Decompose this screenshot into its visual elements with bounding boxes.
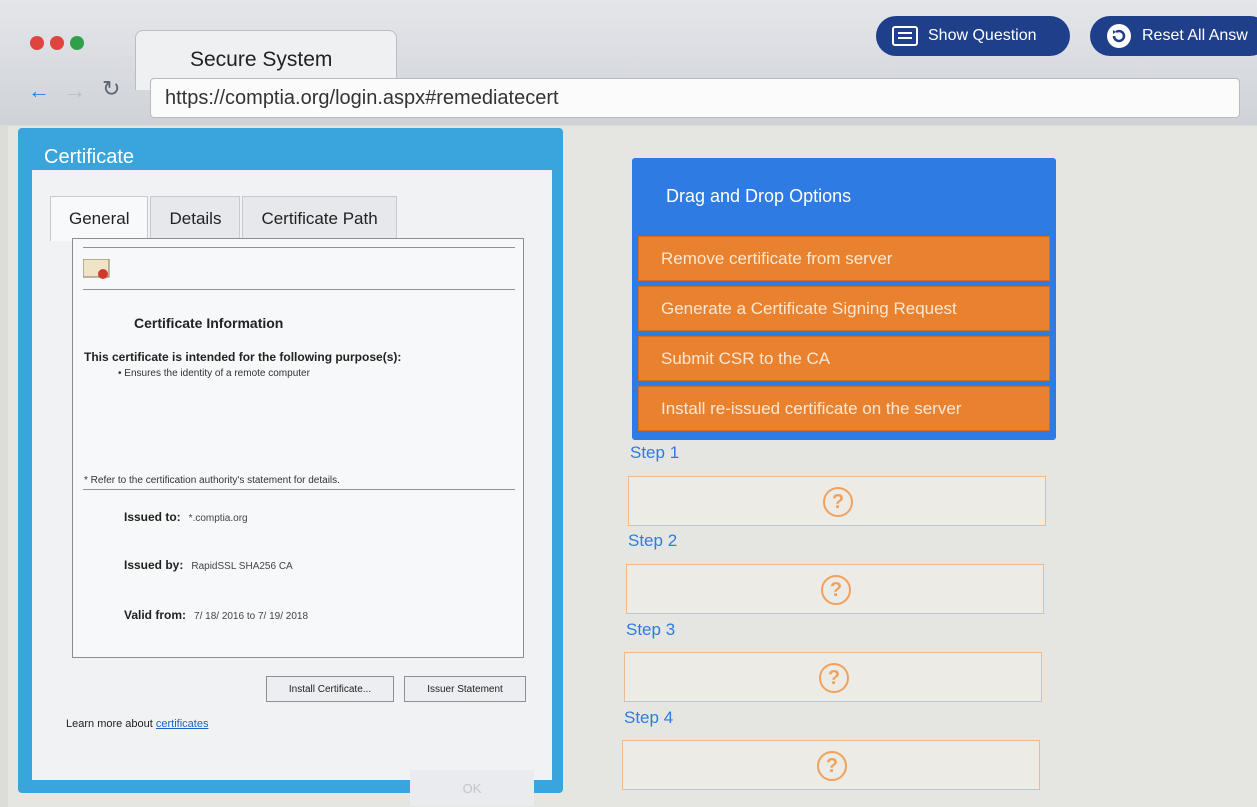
- ok-button[interactable]: OK: [410, 770, 534, 806]
- divider: [83, 489, 515, 490]
- reset-label: Reset All Answ: [1142, 27, 1248, 44]
- tab-details[interactable]: Details: [150, 196, 241, 241]
- show-question-button[interactable]: Show Question: [876, 16, 1070, 56]
- reset-all-answers-button[interactable]: Reset All Answ: [1090, 16, 1257, 56]
- step-1-drop-zone[interactable]: ?: [628, 476, 1046, 526]
- issued-by-value: RapidSSL SHA256 CA: [191, 561, 293, 572]
- reload-icon[interactable]: ↻: [102, 76, 120, 102]
- issuer-statement-button[interactable]: Issuer Statement: [404, 676, 526, 702]
- minimize-dot[interactable]: [50, 36, 64, 50]
- divider: [83, 289, 515, 290]
- issued-to-value: *.comptia.org: [188, 513, 248, 524]
- tab-title: Secure System: [190, 48, 333, 71]
- question-mark-icon: ?: [821, 575, 851, 605]
- valid-from-value: 7/ 18/ 2016 to 7/ 19/ 2018: [194, 611, 308, 622]
- certificates-link[interactable]: certificates: [156, 718, 209, 730]
- issued-by-row: Issued by: RapidSSL SHA256 CA: [124, 558, 293, 572]
- question-mark-icon: ?: [817, 751, 847, 781]
- issued-by-label: Issued by:: [124, 558, 184, 572]
- certificate-window: Certificate General Details Certificate …: [18, 128, 563, 806]
- step-2-drop-zone[interactable]: ?: [626, 564, 1044, 614]
- refer-note: * Refer to the certification authority's…: [84, 475, 340, 486]
- purpose-heading: This certificate is intended for the fol…: [84, 350, 402, 364]
- purpose-item: • Ensures the identity of a remote compu…: [118, 368, 310, 379]
- drag-drop-header: Drag and Drop Options: [666, 186, 852, 206]
- valid-from-row: Valid from: 7/ 18/ 2016 to 7/ 19/ 2018: [124, 608, 308, 622]
- close-dot[interactable]: [30, 36, 44, 50]
- install-certificate-button[interactable]: Install Certificate...: [266, 676, 394, 702]
- valid-from-label: Valid from:: [124, 608, 187, 622]
- step-1-label: Step 1: [630, 443, 680, 462]
- step-3-label: Step 3: [626, 620, 676, 639]
- maximize-dot[interactable]: [70, 36, 84, 50]
- tab-certificate-path[interactable]: Certificate Path: [242, 196, 397, 241]
- step-4-label: Step 4: [624, 708, 674, 727]
- show-question-label: Show Question: [928, 27, 1037, 44]
- learn-more-label: Learn more about: [66, 718, 153, 730]
- step-4-drop-zone[interactable]: ?: [622, 740, 1040, 790]
- reset-icon: [1107, 24, 1131, 48]
- step-3-drop-zone[interactable]: ?: [624, 652, 1042, 702]
- divider: [83, 247, 515, 248]
- issued-to-row: Issued to: *.comptia.org: [124, 510, 248, 524]
- option-submit-csr[interactable]: Submit CSR to the CA: [638, 336, 1050, 381]
- url-text: https://comptia.org/login.aspx#remediate…: [165, 87, 559, 109]
- option-install-reissued[interactable]: Install re-issued certificate on the ser…: [638, 386, 1050, 431]
- certificate-info-title: Certificate Information: [134, 315, 284, 331]
- certificate-info-box: [72, 238, 524, 658]
- learn-more-text: Learn more about certificates: [66, 718, 208, 730]
- tab-general[interactable]: General: [50, 196, 149, 241]
- issued-to-label: Issued to:: [124, 510, 181, 524]
- forward-arrow-icon[interactable]: →: [64, 78, 86, 104]
- certificate-window-title: Certificate: [44, 146, 135, 168]
- drag-drop-panel: Drag and Drop Options Remove certificate…: [632, 158, 1056, 440]
- window-controls: [30, 36, 84, 50]
- back-arrow-icon[interactable]: ←: [28, 78, 50, 104]
- certificate-tabs: General Details Certificate Path: [50, 196, 399, 241]
- step-2-label: Step 2: [628, 531, 678, 550]
- list-icon: [892, 26, 918, 46]
- certificate-icon: [83, 259, 110, 279]
- question-mark-icon: ?: [819, 663, 849, 693]
- question-mark-icon: ?: [823, 487, 853, 517]
- option-remove-certificate[interactable]: Remove certificate from server: [638, 236, 1050, 281]
- option-generate-csr[interactable]: Generate a Certificate Signing Request: [638, 286, 1050, 331]
- certificate-body: General Details Certificate Path Certifi…: [32, 170, 552, 806]
- url-bar[interactable]: https://comptia.org/login.aspx#remediate…: [150, 78, 1240, 118]
